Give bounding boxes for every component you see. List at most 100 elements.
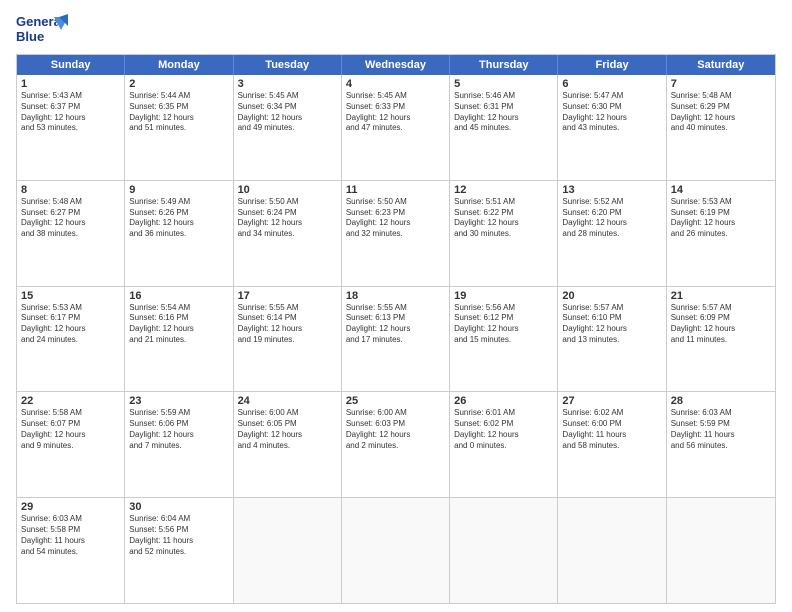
day-number: 7 — [671, 78, 771, 90]
calendar-cell — [450, 498, 558, 603]
calendar-header: SundayMondayTuesdayWednesdayThursdayFrid… — [17, 55, 775, 75]
day-number: 18 — [346, 290, 445, 302]
page: GeneralBlue SundayMondayTuesdayWednesday… — [0, 0, 792, 612]
calendar-cell: 24Sunrise: 6:00 AM Sunset: 6:05 PM Dayli… — [234, 392, 342, 497]
weekday-header-saturday: Saturday — [667, 55, 775, 75]
calendar-cell: 10Sunrise: 5:50 AM Sunset: 6:24 PM Dayli… — [234, 181, 342, 286]
day-info: Sunrise: 5:45 AM Sunset: 6:34 PM Dayligh… — [238, 91, 337, 134]
day-info: Sunrise: 5:46 AM Sunset: 6:31 PM Dayligh… — [454, 91, 553, 134]
day-number: 28 — [671, 395, 771, 407]
day-info: Sunrise: 6:00 AM Sunset: 6:03 PM Dayligh… — [346, 408, 445, 451]
weekday-header-sunday: Sunday — [17, 55, 125, 75]
calendar-cell — [342, 498, 450, 603]
calendar-cell: 7Sunrise: 5:48 AM Sunset: 6:29 PM Daylig… — [667, 75, 775, 180]
day-number: 9 — [129, 184, 228, 196]
calendar-week-2: 15Sunrise: 5:53 AM Sunset: 6:17 PM Dayli… — [17, 286, 775, 392]
calendar-cell: 28Sunrise: 6:03 AM Sunset: 5:59 PM Dayli… — [667, 392, 775, 497]
day-number: 20 — [562, 290, 661, 302]
logo-svg: GeneralBlue — [16, 12, 72, 46]
calendar-cell: 4Sunrise: 5:45 AM Sunset: 6:33 PM Daylig… — [342, 75, 450, 180]
calendar-cell: 26Sunrise: 6:01 AM Sunset: 6:02 PM Dayli… — [450, 392, 558, 497]
calendar-cell: 9Sunrise: 5:49 AM Sunset: 6:26 PM Daylig… — [125, 181, 233, 286]
day-info: Sunrise: 6:04 AM Sunset: 5:56 PM Dayligh… — [129, 514, 228, 557]
day-info: Sunrise: 5:59 AM Sunset: 6:06 PM Dayligh… — [129, 408, 228, 451]
day-number: 12 — [454, 184, 553, 196]
day-info: Sunrise: 5:43 AM Sunset: 6:37 PM Dayligh… — [21, 91, 120, 134]
calendar-week-1: 8Sunrise: 5:48 AM Sunset: 6:27 PM Daylig… — [17, 180, 775, 286]
day-info: Sunrise: 5:50 AM Sunset: 6:24 PM Dayligh… — [238, 197, 337, 240]
calendar: SundayMondayTuesdayWednesdayThursdayFrid… — [16, 54, 776, 604]
calendar-week-0: 1Sunrise: 5:43 AM Sunset: 6:37 PM Daylig… — [17, 75, 775, 180]
day-number: 24 — [238, 395, 337, 407]
day-number: 5 — [454, 78, 553, 90]
day-number: 1 — [21, 78, 120, 90]
calendar-cell: 27Sunrise: 6:02 AM Sunset: 6:00 PM Dayli… — [558, 392, 666, 497]
day-info: Sunrise: 5:50 AM Sunset: 6:23 PM Dayligh… — [346, 197, 445, 240]
day-info: Sunrise: 5:48 AM Sunset: 6:29 PM Dayligh… — [671, 91, 771, 134]
day-number: 11 — [346, 184, 445, 196]
day-number: 22 — [21, 395, 120, 407]
day-number: 8 — [21, 184, 120, 196]
day-number: 29 — [21, 501, 120, 513]
day-number: 16 — [129, 290, 228, 302]
calendar-cell: 29Sunrise: 6:03 AM Sunset: 5:58 PM Dayli… — [17, 498, 125, 603]
calendar-cell: 21Sunrise: 5:57 AM Sunset: 6:09 PM Dayli… — [667, 287, 775, 392]
day-info: Sunrise: 5:55 AM Sunset: 6:14 PM Dayligh… — [238, 303, 337, 346]
calendar-cell: 2Sunrise: 5:44 AM Sunset: 6:35 PM Daylig… — [125, 75, 233, 180]
day-info: Sunrise: 5:55 AM Sunset: 6:13 PM Dayligh… — [346, 303, 445, 346]
calendar-cell: 13Sunrise: 5:52 AM Sunset: 6:20 PM Dayli… — [558, 181, 666, 286]
calendar-week-3: 22Sunrise: 5:58 AM Sunset: 6:07 PM Dayli… — [17, 391, 775, 497]
calendar-cell: 20Sunrise: 5:57 AM Sunset: 6:10 PM Dayli… — [558, 287, 666, 392]
day-info: Sunrise: 5:58 AM Sunset: 6:07 PM Dayligh… — [21, 408, 120, 451]
calendar-cell: 5Sunrise: 5:46 AM Sunset: 6:31 PM Daylig… — [450, 75, 558, 180]
day-info: Sunrise: 5:54 AM Sunset: 6:16 PM Dayligh… — [129, 303, 228, 346]
calendar-cell — [667, 498, 775, 603]
day-number: 27 — [562, 395, 661, 407]
weekday-header-wednesday: Wednesday — [342, 55, 450, 75]
weekday-header-thursday: Thursday — [450, 55, 558, 75]
calendar-cell: 22Sunrise: 5:58 AM Sunset: 6:07 PM Dayli… — [17, 392, 125, 497]
day-number: 13 — [562, 184, 661, 196]
day-number: 10 — [238, 184, 337, 196]
calendar-cell: 17Sunrise: 5:55 AM Sunset: 6:14 PM Dayli… — [234, 287, 342, 392]
day-info: Sunrise: 5:51 AM Sunset: 6:22 PM Dayligh… — [454, 197, 553, 240]
day-number: 26 — [454, 395, 553, 407]
day-info: Sunrise: 5:57 AM Sunset: 6:09 PM Dayligh… — [671, 303, 771, 346]
day-number: 15 — [21, 290, 120, 302]
day-number: 17 — [238, 290, 337, 302]
calendar-week-4: 29Sunrise: 6:03 AM Sunset: 5:58 PM Dayli… — [17, 497, 775, 603]
day-info: Sunrise: 5:53 AM Sunset: 6:19 PM Dayligh… — [671, 197, 771, 240]
calendar-cell: 16Sunrise: 5:54 AM Sunset: 6:16 PM Dayli… — [125, 287, 233, 392]
calendar-cell: 3Sunrise: 5:45 AM Sunset: 6:34 PM Daylig… — [234, 75, 342, 180]
calendar-cell: 19Sunrise: 5:56 AM Sunset: 6:12 PM Dayli… — [450, 287, 558, 392]
calendar-cell — [234, 498, 342, 603]
day-info: Sunrise: 5:49 AM Sunset: 6:26 PM Dayligh… — [129, 197, 228, 240]
calendar-cell: 8Sunrise: 5:48 AM Sunset: 6:27 PM Daylig… — [17, 181, 125, 286]
day-number: 2 — [129, 78, 228, 90]
calendar-cell: 11Sunrise: 5:50 AM Sunset: 6:23 PM Dayli… — [342, 181, 450, 286]
header: GeneralBlue — [16, 12, 776, 46]
day-info: Sunrise: 6:01 AM Sunset: 6:02 PM Dayligh… — [454, 408, 553, 451]
calendar-cell: 12Sunrise: 5:51 AM Sunset: 6:22 PM Dayli… — [450, 181, 558, 286]
day-number: 6 — [562, 78, 661, 90]
day-number: 4 — [346, 78, 445, 90]
calendar-cell: 25Sunrise: 6:00 AM Sunset: 6:03 PM Dayli… — [342, 392, 450, 497]
day-info: Sunrise: 6:00 AM Sunset: 6:05 PM Dayligh… — [238, 408, 337, 451]
day-info: Sunrise: 6:02 AM Sunset: 6:00 PM Dayligh… — [562, 408, 661, 451]
logo: GeneralBlue — [16, 12, 72, 46]
day-info: Sunrise: 6:03 AM Sunset: 5:58 PM Dayligh… — [21, 514, 120, 557]
day-number: 25 — [346, 395, 445, 407]
calendar-cell: 18Sunrise: 5:55 AM Sunset: 6:13 PM Dayli… — [342, 287, 450, 392]
day-number: 21 — [671, 290, 771, 302]
day-info: Sunrise: 5:48 AM Sunset: 6:27 PM Dayligh… — [21, 197, 120, 240]
day-info: Sunrise: 5:56 AM Sunset: 6:12 PM Dayligh… — [454, 303, 553, 346]
calendar-cell: 15Sunrise: 5:53 AM Sunset: 6:17 PM Dayli… — [17, 287, 125, 392]
calendar-body: 1Sunrise: 5:43 AM Sunset: 6:37 PM Daylig… — [17, 75, 775, 603]
day-info: Sunrise: 5:52 AM Sunset: 6:20 PM Dayligh… — [562, 197, 661, 240]
weekday-header-tuesday: Tuesday — [234, 55, 342, 75]
calendar-cell: 6Sunrise: 5:47 AM Sunset: 6:30 PM Daylig… — [558, 75, 666, 180]
day-number: 14 — [671, 184, 771, 196]
calendar-cell: 23Sunrise: 5:59 AM Sunset: 6:06 PM Dayli… — [125, 392, 233, 497]
calendar-cell — [558, 498, 666, 603]
calendar-cell: 14Sunrise: 5:53 AM Sunset: 6:19 PM Dayli… — [667, 181, 775, 286]
